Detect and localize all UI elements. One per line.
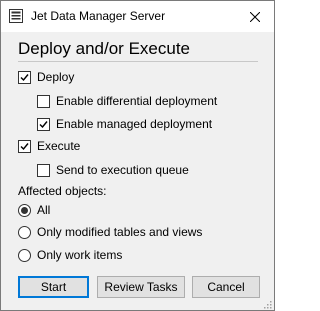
start-button[interactable]: Start bbox=[18, 276, 89, 298]
app-icon bbox=[9, 9, 23, 23]
affected-objects-label: Affected objects: bbox=[18, 184, 107, 198]
radio-selected-dot bbox=[21, 206, 28, 214]
execution-queue-checkbox[interactable]: Send to execution queue bbox=[37, 162, 189, 178]
checkbox-box[interactable] bbox=[37, 94, 50, 108]
resize-grip-icon[interactable] bbox=[262, 298, 272, 309]
radio-all-label: All bbox=[37, 202, 51, 217]
window-title: Jet Data Manager Server bbox=[31, 9, 166, 23]
deploy-label: Deploy bbox=[37, 69, 75, 84]
dialog-window: Jet Data Manager Server Deploy and/or Ex… bbox=[0, 0, 275, 311]
deploy-checkbox[interactable]: Deploy bbox=[18, 69, 74, 85]
radio-only-modified[interactable]: Only modified tables and views bbox=[18, 224, 202, 240]
radio-all[interactable]: All bbox=[18, 202, 50, 218]
radio-button[interactable] bbox=[18, 248, 31, 262]
differential-deployment-label: Enable differential deployment bbox=[56, 93, 218, 108]
checkmark-icon bbox=[20, 73, 29, 81]
checkmark-icon bbox=[39, 120, 48, 128]
radio-only-modified-label: Only modified tables and views bbox=[37, 224, 203, 239]
checkmark-icon bbox=[20, 142, 29, 150]
heading-divider bbox=[18, 61, 258, 62]
review-tasks-button[interactable]: Review Tasks bbox=[97, 276, 185, 298]
radio-button[interactable] bbox=[18, 203, 31, 217]
checkbox-box[interactable] bbox=[18, 139, 31, 153]
close-icon bbox=[250, 11, 260, 22]
checkbox-box[interactable] bbox=[37, 163, 50, 177]
managed-deployment-label: Enable managed deployment bbox=[56, 116, 213, 131]
execute-checkbox[interactable]: Execute bbox=[18, 138, 80, 154]
dialog-body: Deploy and/or Execute Deploy Enable diff… bbox=[1, 32, 274, 310]
checkbox-box[interactable] bbox=[18, 70, 31, 84]
checkbox-box[interactable] bbox=[37, 117, 50, 131]
radio-button[interactable] bbox=[18, 225, 31, 239]
differential-deployment-checkbox[interactable]: Enable differential deployment bbox=[37, 93, 217, 109]
close-button[interactable] bbox=[236, 1, 274, 32]
execute-label: Execute bbox=[37, 138, 81, 153]
dialog-heading: Deploy and/or Execute bbox=[18, 39, 190, 58]
radio-only-work-items-label: Only work items bbox=[37, 247, 123, 262]
title-bar: Jet Data Manager Server bbox=[1, 1, 274, 32]
radio-only-work-items[interactable]: Only work items bbox=[18, 247, 122, 263]
cancel-button[interactable]: Cancel bbox=[192, 276, 260, 298]
execution-queue-label: Send to execution queue bbox=[56, 162, 189, 177]
managed-deployment-checkbox[interactable]: Enable managed deployment bbox=[37, 116, 212, 132]
